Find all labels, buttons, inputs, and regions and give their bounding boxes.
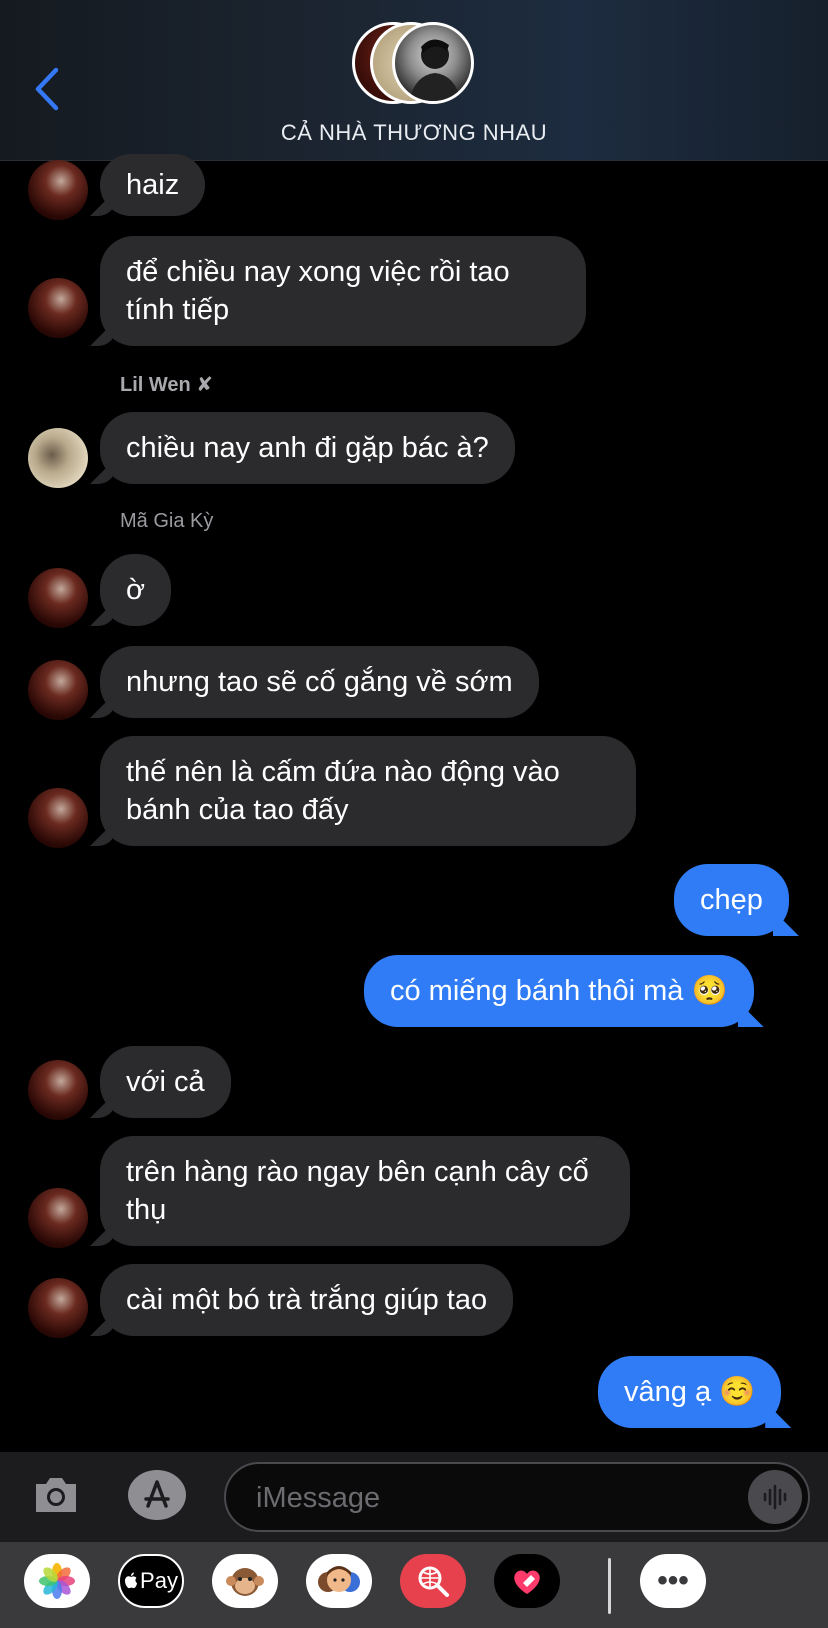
waveform-icon [763, 1484, 787, 1510]
animoji-app-button[interactable] [212, 1554, 278, 1608]
digital-touch-app-button[interactable] [494, 1554, 560, 1608]
message-text: chiều nay anh đi gặp bác à? [126, 432, 489, 464]
monkey-icon [226, 1568, 264, 1596]
avatar[interactable] [28, 1188, 88, 1248]
avatar[interactable] [28, 160, 88, 220]
more-apps-button[interactable]: ••• [640, 1554, 706, 1608]
message-bubble-incoming[interactable]: trên hàng rào ngay bên cạnh cây cổ thụ [100, 1136, 630, 1246]
message-input[interactable] [254, 1464, 738, 1532]
member-avatar [392, 22, 474, 104]
drawer-divider [608, 1558, 611, 1614]
message-text: haiz [126, 169, 180, 201]
message-bubble-incoming[interactable]: với cả [100, 1046, 231, 1118]
message-text: chẹp [700, 884, 763, 916]
message-text: ờ [126, 574, 146, 606]
message-bubble-outgoing[interactable]: vâng ạ ☺️ [598, 1356, 782, 1428]
heart-touch-icon [514, 1570, 540, 1594]
sender-name: Lil Wen ✘ [120, 374, 214, 396]
avatar[interactable] [28, 428, 88, 488]
app-store-button[interactable] [128, 1470, 186, 1520]
photos-icon [39, 1563, 75, 1599]
more-icon: ••• [657, 1564, 689, 1597]
message-field[interactable] [224, 1462, 810, 1532]
photos-app-button[interactable] [24, 1554, 90, 1608]
chevron-left-icon [35, 67, 59, 111]
message-bubble-outgoing[interactable]: có miếng bánh thôi mà 🥺 [364, 955, 754, 1027]
message-bubble-incoming[interactable]: cài một bó trà trắng giúp tao [100, 1264, 514, 1336]
avatar[interactable] [28, 568, 88, 628]
app-store-icon [144, 1480, 170, 1508]
message-text: với cả [126, 1066, 205, 1098]
message-list[interactable]: haiz để chiều nay xong việc rồi tao tính… [0, 154, 828, 1452]
sender-name: Mã Gia Kỳ [120, 510, 214, 532]
message-text: vâng ạ ☺️ [624, 1376, 756, 1408]
avatar[interactable] [28, 1060, 88, 1120]
message-bubble-incoming[interactable]: nhưng tao sẽ cố gắng về sớm [100, 646, 539, 718]
dictation-button[interactable] [748, 1470, 802, 1524]
back-button[interactable] [30, 64, 70, 114]
message-text: có miếng bánh thôi mà 🥺 [390, 975, 728, 1007]
message-bubble-incoming[interactable]: ờ [100, 554, 172, 626]
app-drawer: Pay ••• [0, 1542, 828, 1628]
message-bubble-outgoing[interactable]: chẹp [674, 864, 789, 936]
message-bubble-incoming[interactable]: để chiều nay xong việc rồi tao tính tiếp [100, 236, 586, 346]
avatar[interactable] [28, 1278, 88, 1338]
message-bubble-incoming[interactable]: chiều nay anh đi gặp bác à? [100, 412, 515, 484]
avatar[interactable] [28, 788, 88, 848]
memoji-icon [318, 1566, 360, 1592]
group-name[interactable]: CẢ NHÀ THƯƠNG NHAU [0, 120, 828, 146]
web-search-app-button[interactable] [400, 1554, 466, 1608]
message-bubble-incoming[interactable]: haiz [100, 154, 206, 216]
group-avatar[interactable] [352, 22, 482, 110]
search-globe-icon [418, 1566, 449, 1597]
camera-icon [36, 1478, 76, 1512]
avatar[interactable] [28, 278, 88, 338]
apple-pay-button[interactable]: Pay [118, 1554, 184, 1608]
message-text: cài một bó trà trắng giúp tao [126, 1284, 488, 1316]
avatar[interactable] [28, 660, 88, 720]
message-text: nhưng tao sẽ cố gắng về sớm [126, 666, 513, 698]
compose-bar [0, 1452, 828, 1542]
camera-button[interactable] [32, 1472, 80, 1516]
apple-logo-icon [125, 1572, 138, 1589]
message-text: thế nên là cấm đứa nào động vào bánh của… [126, 756, 560, 826]
apple-pay-label: Pay [140, 1568, 178, 1593]
message-text: trên hàng rào ngay bên cạnh cây cổ thụ [126, 1156, 589, 1226]
memoji-app-button[interactable] [306, 1554, 372, 1608]
person-photo-icon [409, 39, 461, 101]
conversation-header: CẢ NHÀ THƯƠNG NHAU [0, 0, 828, 161]
message-text: để chiều nay xong việc rồi tao tính tiếp [126, 256, 510, 326]
message-bubble-incoming[interactable]: thế nên là cấm đứa nào động vào bánh của… [100, 736, 636, 846]
